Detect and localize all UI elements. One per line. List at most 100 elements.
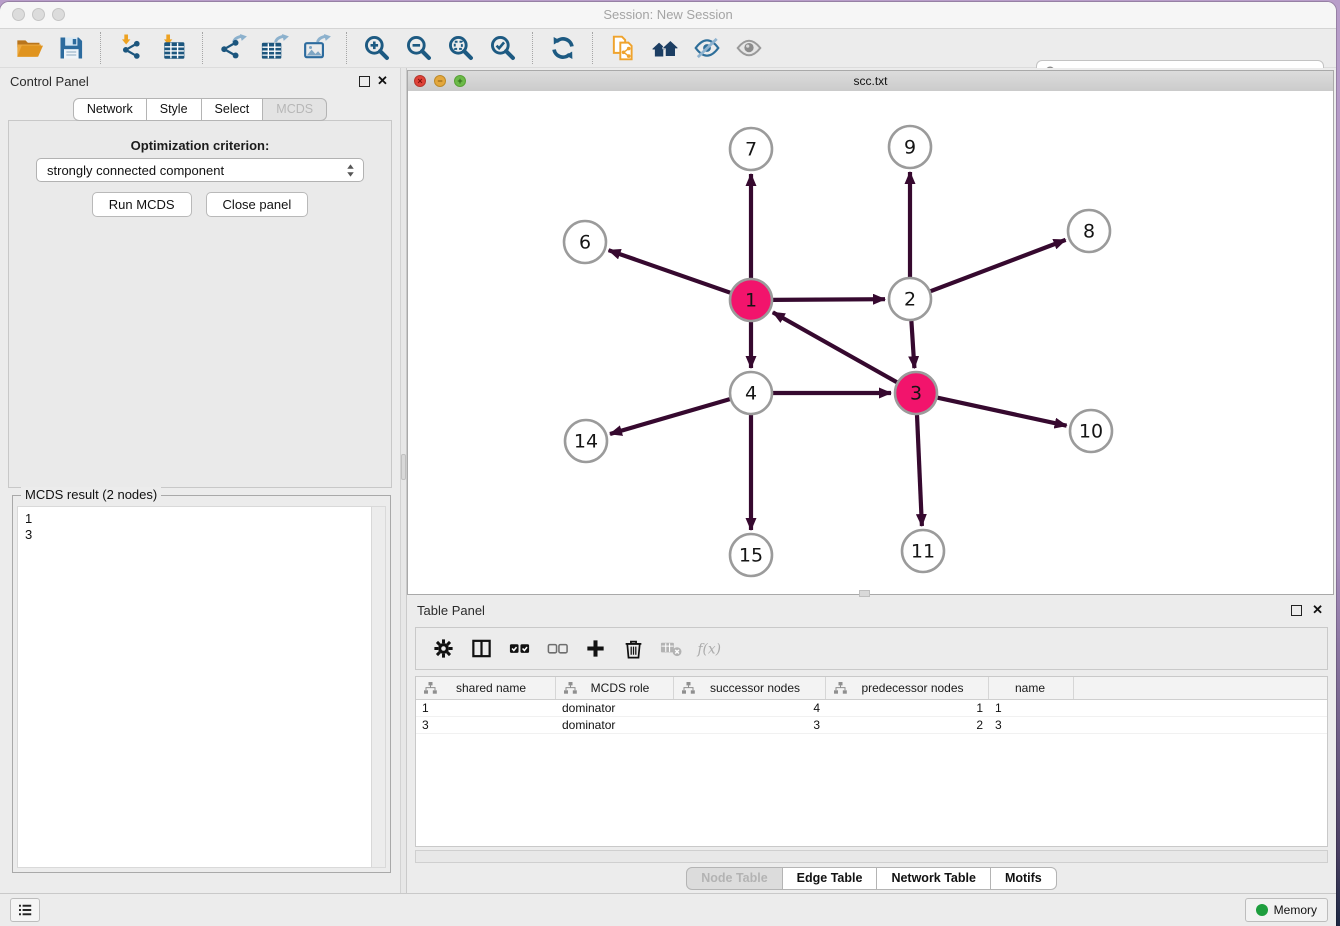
- edge-1-6[interactable]: [609, 250, 731, 293]
- node-label: 6: [579, 232, 591, 254]
- tab-select[interactable]: Select: [202, 98, 264, 121]
- edge-4-14[interactable]: [610, 399, 730, 434]
- zoom-out-icon[interactable]: [404, 32, 434, 64]
- tab-style[interactable]: Style: [147, 98, 202, 121]
- control-panel: Control Panel ✕ NetworkStyleSelectMCDS O…: [0, 68, 400, 893]
- network-title: scc.txt: [408, 74, 1333, 88]
- memory-button[interactable]: Memory: [1245, 898, 1328, 922]
- table-row[interactable]: 3dominator323: [416, 717, 1327, 734]
- graph-node-4[interactable]: 4: [730, 372, 772, 414]
- column-header-predecessor-nodes[interactable]: predecessor nodes: [826, 677, 989, 699]
- zoom-in-icon[interactable]: [362, 32, 392, 64]
- edge-3-11[interactable]: [917, 415, 922, 526]
- column-header-shared-name[interactable]: shared name: [416, 677, 556, 699]
- panel-splitter[interactable]: [400, 68, 407, 893]
- tab-mcds[interactable]: MCDS: [263, 98, 327, 121]
- table-row[interactable]: 1dominator411: [416, 700, 1327, 717]
- graph-node-11[interactable]: 11: [902, 530, 944, 572]
- graph-node-2[interactable]: 2: [889, 278, 931, 320]
- toolbar-separator: [532, 32, 534, 64]
- graph-node-10[interactable]: 10: [1070, 410, 1112, 452]
- float-table-panel-icon[interactable]: [1291, 605, 1302, 616]
- tab-node-table[interactable]: Node Table: [686, 867, 782, 890]
- graph-node-15[interactable]: 15: [730, 534, 772, 576]
- graph-node-7[interactable]: 7: [730, 128, 772, 170]
- import-network-icon[interactable]: [116, 32, 146, 64]
- refresh-icon[interactable]: [548, 32, 578, 64]
- mcds-result-box: MCDS result (2 nodes) 13: [12, 495, 391, 873]
- zoom-selected-icon[interactable]: [488, 32, 518, 64]
- right-pane: × − + scc.txt 7968124314101511 Table Pan…: [407, 68, 1336, 893]
- graph-node-3[interactable]: 3: [895, 372, 937, 414]
- edge-2-3[interactable]: [911, 321, 914, 368]
- columns-icon[interactable]: [468, 636, 494, 662]
- export-image-icon[interactable]: [302, 32, 332, 64]
- edge-2-8[interactable]: [931, 240, 1066, 291]
- tab-network-table[interactable]: Network Table: [877, 867, 991, 890]
- hide-graphics-icon[interactable]: [692, 32, 722, 64]
- table-cell[interactable]: 1: [826, 701, 989, 715]
- canvas-hscroll-thumb[interactable]: [859, 590, 870, 597]
- clone-network-icon[interactable]: [608, 32, 638, 64]
- select-all-icon[interactable]: [506, 636, 532, 662]
- table-cell[interactable]: 3: [416, 718, 556, 732]
- settings-gear-icon[interactable]: [430, 636, 456, 662]
- table-hscroll-track[interactable]: [415, 850, 1328, 863]
- table-cell[interactable]: 2: [826, 718, 989, 732]
- criterion-value: strongly connected component: [47, 163, 346, 178]
- export-network-icon[interactable]: [218, 32, 248, 64]
- table-cell[interactable]: 3: [674, 718, 826, 732]
- criterion-select[interactable]: strongly connected component: [36, 158, 364, 182]
- delete-row-icon[interactable]: [620, 636, 646, 662]
- close-panel-icon[interactable]: ✕: [377, 73, 388, 88]
- table-cell[interactable]: 1: [989, 701, 1074, 715]
- tab-network[interactable]: Network: [73, 98, 147, 121]
- edge-1-2[interactable]: [773, 299, 885, 300]
- toolbar-separator: [346, 32, 348, 64]
- column-header-successor-nodes[interactable]: successor nodes: [674, 677, 826, 699]
- table-cell[interactable]: dominator: [556, 701, 674, 715]
- result-scrollbar[interactable]: [371, 507, 385, 867]
- table-cell[interactable]: 1: [416, 701, 556, 715]
- splitter-thumb[interactable]: [401, 454, 406, 480]
- mcds-result-lines: 13: [25, 511, 32, 543]
- edge-3-1[interactable]: [773, 312, 897, 382]
- graph-node-9[interactable]: 9: [889, 126, 931, 168]
- column-header-mcds-role[interactable]: MCDS role: [556, 677, 674, 699]
- graph-node-1[interactable]: 1: [730, 279, 772, 321]
- save-session-icon[interactable]: [56, 32, 86, 64]
- zoom-fit-icon[interactable]: [446, 32, 476, 64]
- column-header-name[interactable]: name: [989, 677, 1074, 699]
- table-cell[interactable]: 4: [674, 701, 826, 715]
- deselect-all-icon[interactable]: [544, 636, 570, 662]
- node-label: 3: [910, 383, 922, 405]
- task-history-button[interactable]: [10, 898, 40, 922]
- mcds-result-area[interactable]: 13: [17, 506, 386, 868]
- open-file-icon[interactable]: [14, 32, 44, 64]
- home-icon[interactable]: [650, 32, 680, 64]
- control-panel-header: Control Panel ✕: [0, 68, 400, 94]
- graph-node-6[interactable]: 6: [564, 221, 606, 263]
- tab-motifs[interactable]: Motifs: [991, 867, 1057, 890]
- float-panel-icon[interactable]: [359, 76, 370, 87]
- close-panel-button[interactable]: Close panel: [206, 192, 309, 217]
- close-table-panel-icon[interactable]: ✕: [1312, 602, 1323, 617]
- export-table-icon[interactable]: [260, 32, 290, 64]
- network-canvas[interactable]: 7 9 6 8 1 2 4 3 14 10 15 11: [408, 91, 1333, 594]
- add-row-icon[interactable]: [582, 636, 608, 662]
- node-label: 10: [1079, 421, 1103, 443]
- tab-edge-table[interactable]: Edge Table: [783, 867, 878, 890]
- table-body: 1dominator4113dominator323: [416, 700, 1327, 734]
- table-cell[interactable]: dominator: [556, 718, 674, 732]
- import-table-icon[interactable]: [158, 32, 188, 64]
- show-graphics-icon[interactable]: [734, 32, 764, 64]
- table-cell[interactable]: 3: [989, 718, 1074, 732]
- graph-node-8[interactable]: 8: [1068, 210, 1110, 252]
- edge-3-10[interactable]: [938, 398, 1067, 426]
- mcds-buttons: Run MCDS Close panel: [0, 192, 400, 217]
- node-label: 15: [739, 545, 763, 567]
- network-titlebar[interactable]: × − + scc.txt: [408, 71, 1333, 92]
- svg-text:f(x): f(x): [696, 641, 721, 657]
- run-mcds-button[interactable]: Run MCDS: [92, 192, 192, 217]
- graph-node-14[interactable]: 14: [565, 420, 607, 462]
